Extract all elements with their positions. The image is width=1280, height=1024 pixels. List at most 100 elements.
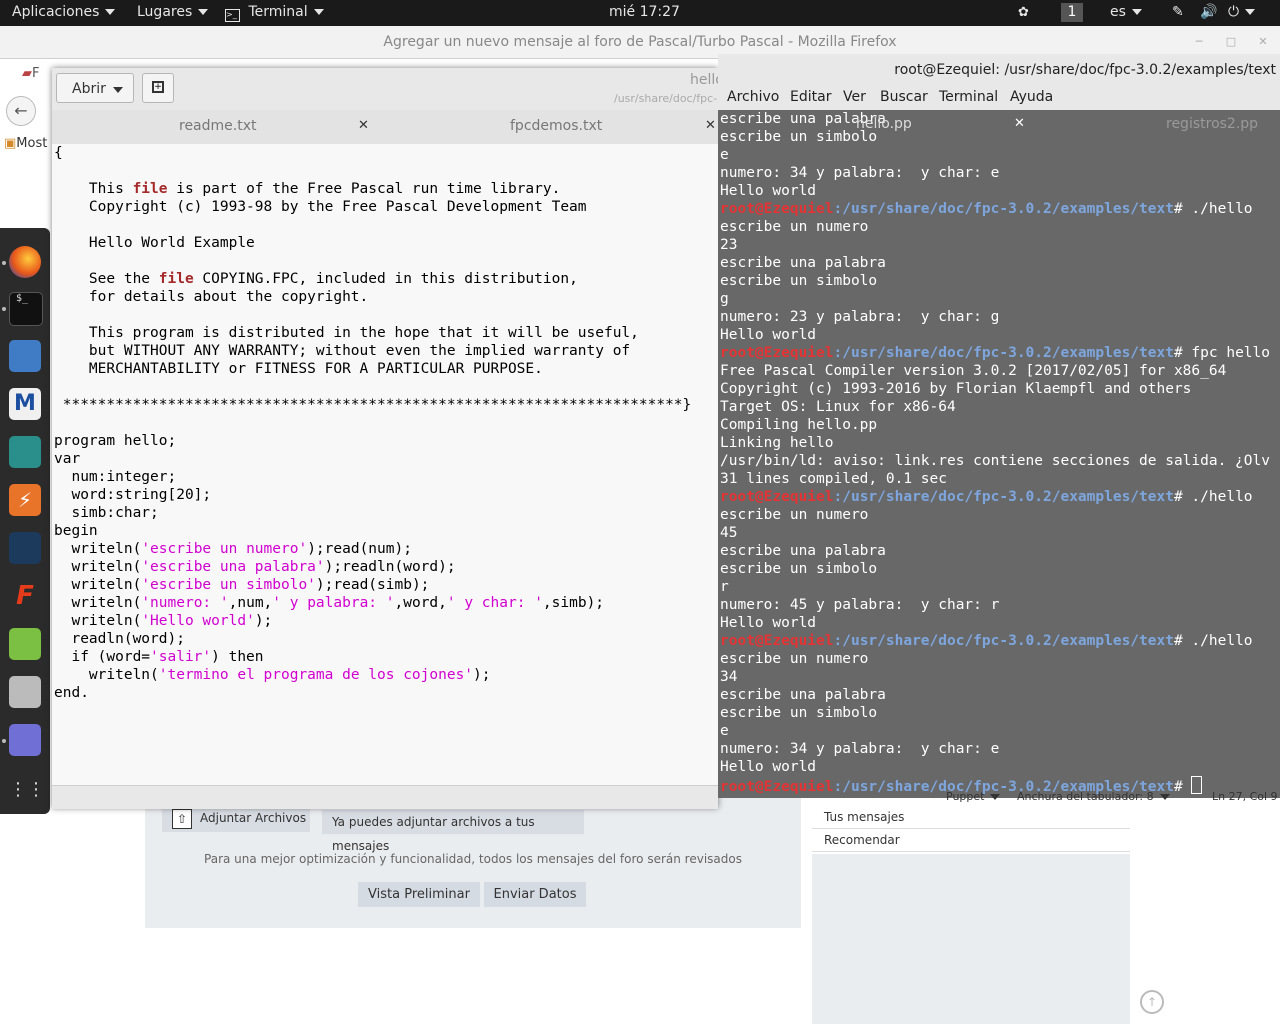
terminal-line: root@Ezequiel:/usr/share/doc/fpc-3.0.2/e…	[720, 632, 1253, 650]
tab-hello-pp[interactable]: hello.pp	[856, 116, 912, 132]
terminal-line: 23	[720, 237, 738, 253]
prompt-user: root@Ezequiel	[720, 201, 834, 217]
gedit-tabbar: readme.txt ✕ fpcdemos.txt ✕	[52, 110, 718, 145]
menu-editar[interactable]: Editar	[790, 89, 831, 105]
tab-width-status[interactable]: Anchura del tabulador: 8	[1017, 790, 1170, 803]
top-bar: Aplicaciones Lugares >_ Terminal mié 17:…	[0, 0, 1280, 26]
send-button[interactable]: Enviar Datos	[484, 882, 586, 907]
volume-icon[interactable]: 🔊	[1200, 4, 1217, 20]
terminal-line: escribe un simbolo	[720, 561, 878, 577]
new-document-icon: +	[152, 81, 164, 93]
bookmark-most-visited[interactable]: ▣Most	[4, 136, 47, 151]
workspace-indicator[interactable]: 1	[1061, 3, 1083, 22]
terminal-title: root@Ezequiel: /usr/share/doc/fpc-3.0.2/…	[718, 54, 1280, 86]
prompt-user: root@Ezequiel	[720, 779, 834, 795]
metasploit-icon[interactable]: M	[9, 388, 41, 420]
running-indicator	[2, 739, 6, 743]
text-editor-icon[interactable]	[9, 724, 41, 756]
side-link-my-messages[interactable]: Tus mensajes	[812, 806, 1130, 829]
faraday-icon[interactable]: F	[9, 580, 41, 612]
close-icon[interactable]: ✕	[1256, 35, 1270, 49]
keyword-token: file	[132, 181, 168, 197]
terminal-line: e	[720, 723, 729, 739]
terminal-line: Copyright (c) 1993-2016 by Florian Klaem…	[720, 381, 1192, 397]
scroll-to-top-icon[interactable]: ↑	[1140, 990, 1164, 1014]
preview-button[interactable]: Vista Preliminar	[358, 882, 480, 907]
menu-ayuda[interactable]: Ayuda	[1010, 89, 1053, 105]
clock[interactable]: mié 17:27	[609, 4, 680, 20]
string-token: 'termino el programa de los cojones'	[158, 667, 474, 683]
close-icon[interactable]: ✕	[358, 110, 369, 142]
language-label: es	[1110, 4, 1126, 20]
folder-icon: ▣	[4, 136, 17, 151]
chevron-down-icon	[198, 9, 209, 15]
gedit-headerbar: Abrir + hello /usr/share/doc/fpc-	[52, 68, 724, 111]
applications-menu[interactable]: Aplicaciones	[12, 4, 116, 20]
close-icon[interactable]: ✕	[1014, 116, 1025, 131]
prompt-path: :/usr/share/doc/fpc-3.0.2/examples/text	[833, 201, 1174, 217]
attach-files-button[interactable]: ⇧ Adjuntar Archivos	[162, 806, 310, 832]
chevron-down-icon	[105, 9, 116, 15]
source-code: { This file is part of the Free Pascal r…	[52, 144, 718, 702]
terminal-line: escribe un simbolo	[720, 129, 878, 145]
terminal-window: root@Ezequiel: /usr/share/doc/fpc-3.0.2/…	[718, 54, 1280, 798]
terminal-app-menu[interactable]: >_ Terminal	[225, 4, 324, 22]
terminal-line: Hello world	[720, 327, 817, 343]
minimize-icon[interactable]: ─	[1192, 35, 1206, 49]
terminal-line: escribe una palabra	[720, 255, 886, 271]
close-icon[interactable]: ✕	[705, 110, 716, 142]
terminal-icon: >_	[225, 9, 240, 22]
terminal-line: escribe un numero	[720, 219, 869, 235]
terminal-icon[interactable]: $_	[9, 292, 43, 326]
prompt-path: :/usr/share/doc/fpc-3.0.2/examples/text	[833, 345, 1174, 361]
files-icon[interactable]	[9, 340, 41, 372]
language-status[interactable]: Puppet	[946, 790, 1001, 803]
screenshot-icon[interactable]	[9, 676, 41, 708]
running-indicator	[2, 307, 6, 311]
string-token: 'escribe un simbolo'	[141, 577, 316, 593]
code-editor[interactable]: { This file is part of the Free Pascal r…	[52, 144, 718, 785]
attach-note: Ya puedes adjuntar archivos a tus mensaj…	[322, 810, 584, 853]
terminal-line: numero: 34 y palabra: y char: e	[720, 165, 1000, 181]
code-token: ,num,	[228, 595, 273, 611]
command-text: # fpc hello	[1173, 345, 1270, 361]
menu-buscar[interactable]: Buscar	[880, 89, 928, 105]
terminal-line: escribe un numero	[720, 507, 869, 523]
tab-readme[interactable]: readme.txt	[179, 110, 257, 144]
back-button[interactable]: ←	[6, 96, 36, 126]
network-icon[interactable]: ✎	[1172, 4, 1184, 20]
open-button[interactable]: Abrir	[56, 73, 134, 103]
maximize-icon[interactable]: □	[1224, 35, 1238, 49]
maltego-icon[interactable]	[9, 532, 41, 564]
language-menu[interactable]: es	[1110, 4, 1142, 20]
gedit-window: Abrir + hello /usr/share/doc/fpc- readme…	[52, 68, 724, 809]
show-apps-icon[interactable]: ⋮⋮⋮	[9, 774, 63, 806]
places-menu[interactable]: Lugares	[137, 4, 209, 20]
tab-fpcdemos[interactable]: fpcdemos.txt	[510, 110, 602, 144]
terminal-line: Hello world	[720, 183, 817, 199]
spreadsheet-icon[interactable]	[9, 628, 41, 660]
terminal-line: Linking hello	[720, 435, 834, 451]
side-link-recommend[interactable]: Recomendar	[812, 829, 1130, 852]
firefox-icon[interactable]	[9, 246, 41, 278]
firefox-title: Agregar un nuevo mensaje al foro de Pasc…	[383, 34, 897, 50]
menu-ver[interactable]: Ver	[843, 89, 866, 105]
terminal-line: numero: 34 y palabra: y char: e	[720, 741, 1000, 757]
string-token: ' y palabra: '	[272, 595, 395, 611]
terminal-line: r	[720, 579, 729, 595]
power-icon[interactable]: ⏻	[1228, 4, 1256, 20]
tab-registros2-pp[interactable]: registros2.pp	[1166, 116, 1258, 132]
new-document-button[interactable]: +	[142, 73, 174, 103]
burpsuite-icon[interactable]: ⚡	[9, 484, 41, 516]
puppet-icon[interactable]: ✿	[1018, 5, 1029, 20]
terminal-line: escribe un simbolo	[720, 705, 878, 721]
terminal-line: Target OS: Linux for x86-64	[720, 399, 956, 415]
menu-archivo[interactable]: Archivo	[727, 89, 779, 105]
menu-terminal[interactable]: Terminal	[939, 89, 998, 105]
terminal-line: root@Ezequiel:/usr/share/doc/fpc-3.0.2/e…	[720, 344, 1270, 362]
string-token: 'Hello world'	[141, 613, 255, 629]
gedit-statusbar	[52, 785, 718, 809]
terminal-output[interactable]: escribe una palabra escribe un simbolo e nu…	[718, 110, 1280, 798]
firefox-tab[interactable]: ▰F	[22, 66, 46, 84]
armitage-icon[interactable]	[9, 436, 41, 468]
